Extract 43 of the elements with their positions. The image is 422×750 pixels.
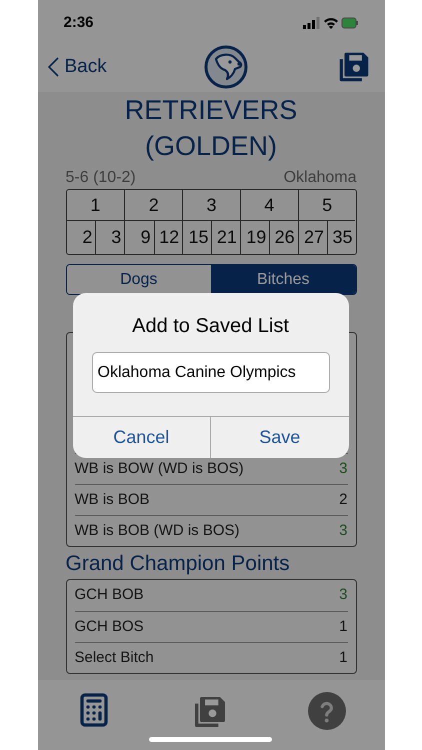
row-label: Select Bitch	[74, 648, 154, 668]
count-cell: 3	[95, 221, 124, 254]
count-cell: 26	[269, 221, 298, 254]
row-value: 3	[339, 520, 348, 541]
row-label: WB is BOB (WD is BOS)	[74, 520, 240, 541]
chevron-icon	[48, 57, 58, 77]
section-title: Grand Champion Points	[66, 551, 291, 577]
division-text: 5-6 (10-2)	[66, 168, 136, 188]
status-icons	[302, 16, 358, 30]
dialog-button[interactable]: Save	[210, 417, 348, 458]
back-button[interactable]: Back	[42, 52, 107, 82]
count-cell: 21	[211, 221, 240, 254]
row-value: 3	[339, 458, 348, 479]
count-cell: 12	[154, 221, 182, 254]
row-value: 3	[339, 585, 348, 606]
row-value: 1	[339, 648, 348, 668]
points-header: 1	[66, 190, 124, 221]
segment-tab[interactable]: Dogs	[66, 265, 211, 294]
row-label: WB is BOW (WD is BOS)	[74, 458, 244, 479]
row-label: GCH BOB	[74, 585, 144, 606]
row-value: 1	[339, 616, 348, 637]
state-text: Oklahoma	[284, 168, 356, 188]
row-value: 2	[339, 490, 348, 510]
segment-tab[interactable]: Bitches	[211, 265, 356, 294]
points-header: 2	[125, 190, 182, 221]
dialog-title: Add to Saved List	[131, 314, 290, 339]
dialog-button[interactable]: Cancel	[72, 417, 210, 458]
list-name-field[interactable]: Oklahoma Canine Olympics	[92, 352, 330, 393]
count-cell: 35	[327, 221, 356, 254]
status-time: 2:36	[64, 12, 94, 33]
breed-title: RETRIEVERS (GOLDEN)	[124, 94, 298, 163]
count-cell-text: 9	[140, 226, 152, 249]
help-icon[interactable]	[308, 692, 346, 730]
count-cell-text: 2	[81, 226, 94, 249]
points-header: 3	[183, 190, 240, 221]
row-label: WB is BOB	[74, 490, 150, 510]
points-header: 5	[298, 190, 356, 221]
points-header: 4	[240, 190, 298, 221]
row-label: GCH BOS	[74, 616, 144, 637]
count-cell-text: 19	[245, 226, 268, 249]
count-cell-text: 27	[303, 226, 326, 249]
dog-logo-icon	[204, 45, 248, 89]
count-cell-text: 15	[187, 226, 210, 249]
